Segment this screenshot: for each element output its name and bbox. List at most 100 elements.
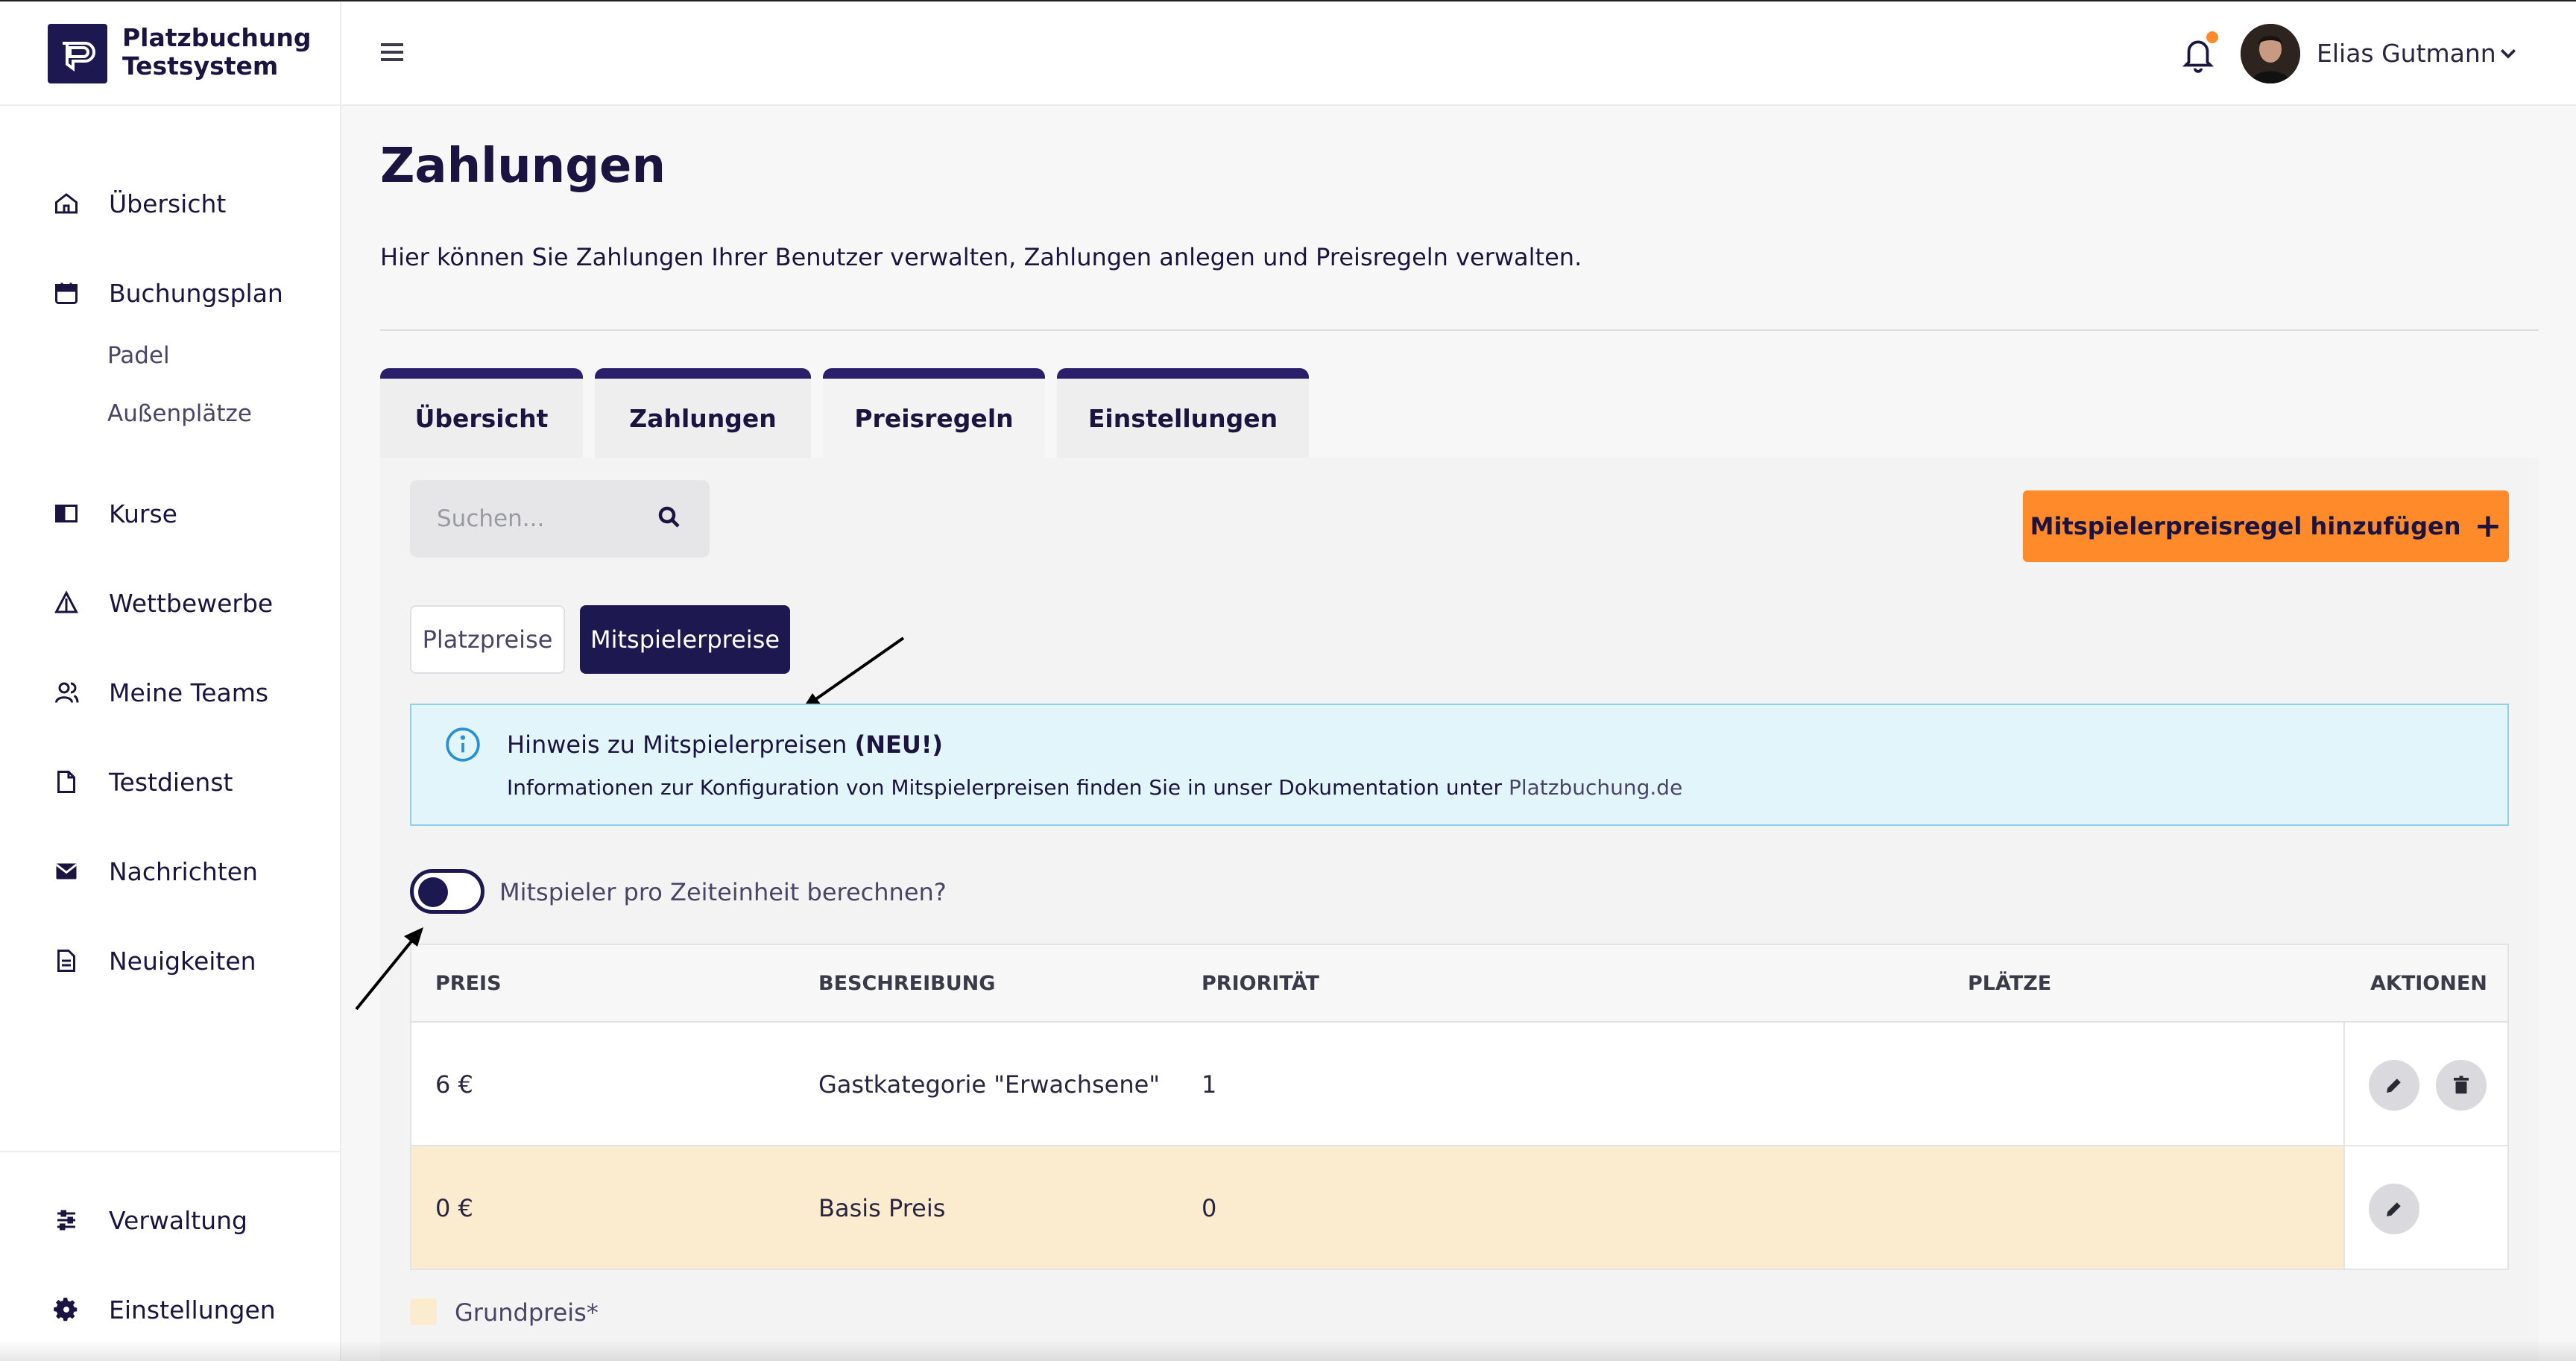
column-header-aktionen: AKTIONEN <box>2370 972 2487 995</box>
info-title-badge: (NEU!) <box>854 730 944 759</box>
sidebar-subitem-label: Padel <box>107 342 170 369</box>
sidebar-item-verwaltung[interactable]: Verwaltung <box>0 1194 341 1246</box>
tab-uebersicht[interactable]: Übersicht <box>380 368 583 458</box>
cell-prioritaet: 0 <box>1202 1194 1217 1222</box>
sidebar-item-wettbewerbe[interactable]: Wettbewerbe <box>0 577 341 629</box>
file-icon <box>51 766 82 798</box>
annotation-arrow-icon <box>802 637 905 710</box>
preisregeln-panel: Suchen... Mitspielerpreisregel hinzufüge… <box>380 458 2539 1361</box>
switch-knob <box>418 877 448 907</box>
sidebar-subitem-aussenplaetze[interactable]: Außenplätze <box>0 388 341 440</box>
sidebar-item-testdienst[interactable]: Testdienst <box>0 756 341 808</box>
search-icon[interactable] <box>656 504 686 534</box>
brand-line2: Testsystem <box>122 51 279 80</box>
sidebar-subitem-padel[interactable]: Padel <box>0 329 341 382</box>
users-icon <box>51 677 82 708</box>
sidebar-item-meine-teams[interactable]: Meine Teams <box>0 666 341 719</box>
legend-swatch <box>410 1298 437 1325</box>
sidebar-item-label: Wettbewerbe <box>109 588 274 618</box>
tab-einstellungen[interactable]: Einstellungen <box>1057 368 1309 458</box>
sidebar-item-label: Nachrichten <box>109 856 258 886</box>
tab-zahlungen[interactable]: Zahlungen <box>595 368 811 458</box>
table-row: 6 € Gastkategorie "Erwachsene" 1 <box>411 1023 2507 1146</box>
cell-beschreibung: Gastkategorie "Erwachsene" <box>818 1070 1161 1099</box>
switch-label: Mitspieler pro Zeiteinheit berechnen? <box>499 878 947 906</box>
sidebar-item-label: Kurse <box>109 499 177 528</box>
chevron-down-icon[interactable] <box>2497 42 2519 64</box>
tab-label: Einstellungen <box>1087 403 1278 433</box>
column-header-plaetze: PLÄTZE <box>1968 972 2052 995</box>
cell-preis: 6 € <box>435 1070 473 1099</box>
pencil-icon <box>2387 1202 2401 1216</box>
news-icon <box>51 945 82 976</box>
page-title: Zahlungen <box>380 139 666 194</box>
tab-label: Preisregeln <box>854 403 1014 433</box>
brand-title: Platzbuchung Testsystem <box>122 24 331 80</box>
column-header-preis: PREIS <box>435 972 502 995</box>
bottom-shadow <box>0 1340 2576 1361</box>
mitspielerpreise-button[interactable]: Mitspielerpreise <box>580 605 790 674</box>
sidebar-subitem-label: Außenplätze <box>107 400 252 427</box>
annotation-arrow-icon <box>355 927 423 1011</box>
gear-icon <box>51 1294 82 1325</box>
sidebar: Platzbuchung Testsystem Übersicht Buchun… <box>0 1 341 1361</box>
tab-label: Übersicht <box>414 403 549 433</box>
plus-icon: + <box>2474 507 2502 545</box>
search-input[interactable]: Suchen... <box>410 480 710 558</box>
toggle-label: Platzpreise <box>422 625 553 654</box>
sidebar-item-label: Neuigkeiten <box>109 946 256 976</box>
main-content: Zahlungen Hier können Sie Zahlungen Ihre… <box>341 106 2576 1361</box>
cell-preis: 0 € <box>435 1194 473 1222</box>
legend-label: Grundpreis* <box>455 1298 599 1327</box>
hamburger-menu-icon[interactable] <box>377 37 407 67</box>
search-placeholder: Suchen... <box>437 505 545 532</box>
info-link[interactable]: Platzbuchung.de <box>1509 775 1682 800</box>
add-mitspielerpreisregel-button[interactable]: Mitspielerpreisregel hinzufügen + <box>2023 490 2509 562</box>
divider <box>380 329 2539 331</box>
mitspieler-pro-zeiteinheit-switch[interactable] <box>410 869 484 914</box>
sidebar-item-label: Buchungsplan <box>109 278 283 308</box>
brand-logo-icon <box>48 24 107 83</box>
sidebar-item-kurse[interactable]: Kurse <box>0 487 341 540</box>
edit-button[interactable] <box>2369 1060 2419 1111</box>
brand[interactable]: Platzbuchung Testsystem <box>0 1 341 106</box>
info-text: Informationen zur Konfiguration von Mits… <box>507 775 1682 800</box>
cell-aktionen <box>2343 1146 2507 1269</box>
info-title-text: Hinweis zu Mitspielerpreisen <box>507 730 847 759</box>
topbar: Elias Gutmann <box>341 1 2576 106</box>
notification-dot <box>2206 31 2218 43</box>
sliders-icon <box>51 1204 82 1236</box>
info-box: Hinweis zu Mitspielerpreisen (NEU!) Info… <box>410 704 2509 826</box>
user-name[interactable]: Elias Gutmann <box>2317 39 2496 68</box>
price-rules-table: PREIS BESCHREIBUNG PRIORITÄT PLÄTZE AKTI… <box>410 944 2509 1270</box>
edit-button[interactable] <box>2369 1184 2419 1234</box>
trash-icon <box>2454 1076 2469 1094</box>
sidebar-item-buchungsplan[interactable]: Buchungsplan <box>0 267 341 319</box>
info-title: Hinweis zu Mitspielerpreisen (NEU!) <box>507 730 943 759</box>
cell-aktionen <box>2343 1023 2507 1145</box>
sidebar-item-uebersicht[interactable]: Übersicht <box>0 177 341 230</box>
delete-button[interactable] <box>2436 1060 2487 1111</box>
cell-prioritaet: 1 <box>1202 1070 1217 1099</box>
tab-label: Zahlungen <box>629 403 777 433</box>
column-header-beschreibung: BESCHREIBUNG <box>818 972 996 995</box>
info-text-body: Informationen zur Konfiguration von Mits… <box>507 775 1503 800</box>
cell-beschreibung: Basis Preis <box>818 1194 946 1222</box>
tab-preisregeln[interactable]: Preisregeln <box>823 368 1045 458</box>
sidebar-item-label: Testdienst <box>109 767 233 797</box>
home-icon <box>51 188 82 219</box>
book-icon <box>51 498 82 529</box>
avatar[interactable] <box>2241 24 2300 83</box>
platzpreise-button[interactable]: Platzpreise <box>410 605 565 674</box>
info-icon <box>444 726 482 763</box>
sidebar-item-label: Meine Teams <box>109 678 269 707</box>
sidebar-item-einstellungen[interactable]: Einstellungen <box>0 1283 341 1336</box>
table-row: 0 € Basis Preis 0 <box>411 1146 2507 1270</box>
sidebar-item-label: Einstellungen <box>109 1295 276 1324</box>
sidebar-item-label: Übersicht <box>109 189 227 218</box>
sidebar-item-neuigkeiten[interactable]: Neuigkeiten <box>0 935 341 987</box>
mail-icon <box>51 856 82 887</box>
sidebar-divider <box>0 1151 341 1152</box>
sidebar-item-nachrichten[interactable]: Nachrichten <box>0 845 341 897</box>
table-header: PREIS BESCHREIBUNG PRIORITÄT PLÄTZE AKTI… <box>411 945 2507 1023</box>
